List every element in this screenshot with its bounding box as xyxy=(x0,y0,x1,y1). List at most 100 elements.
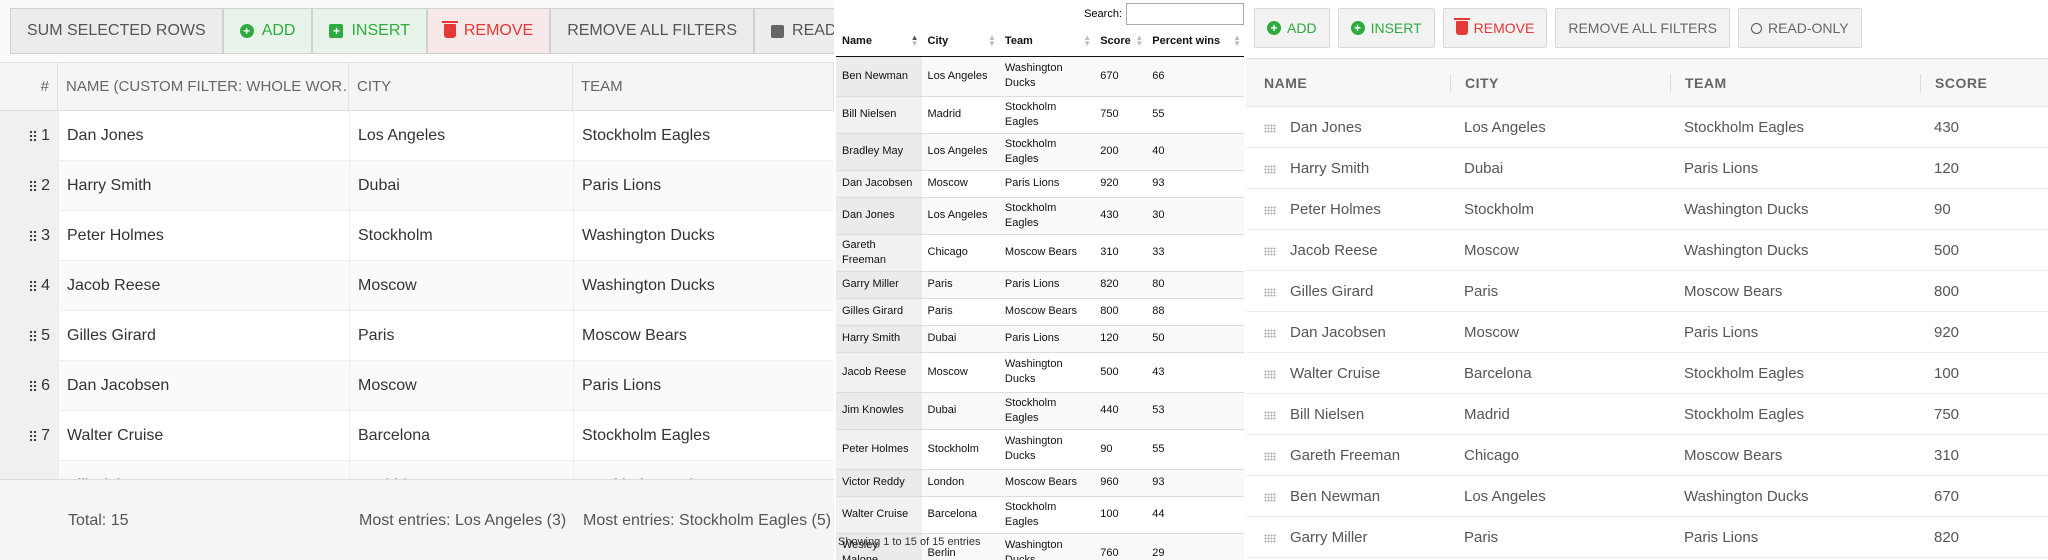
table-row[interactable]: Jim Knowles Dubai Stockholm Eagles 440 53 xyxy=(836,391,1244,429)
table-row[interactable]: Bill Nielsen Madrid Stockholm Eagles 750 xyxy=(1246,394,2048,435)
table-row[interactable]: Ben Newman Los Angeles Washington Ducks 670… xyxy=(836,55,1244,96)
drag-handle-icon[interactable] xyxy=(1264,410,1276,420)
drag-handle-icon[interactable] xyxy=(1264,246,1276,256)
read-onlybutton[interactable]: READ-ONLY xyxy=(754,8,834,54)
column-header-score[interactable]: Score ▲ ▼ xyxy=(1094,26,1147,57)
row-number: 5 xyxy=(41,327,50,344)
drag-handle-icon[interactable] xyxy=(1264,492,1276,502)
name-cell: Dan Jacobsen xyxy=(1264,312,1450,353)
column-header-name[interactable]: Name ▲ ▼ xyxy=(836,26,922,57)
table-row[interactable]: 7 Walter Cruise Barcelona Stockholm Eagles xyxy=(0,411,834,461)
drag-handle-icon[interactable] xyxy=(29,229,38,242)
table-row[interactable]: Jacob Reese Moscow Washington Ducks 500 xyxy=(1246,230,2048,271)
table-row[interactable]: Victor Reddy London Moscow Bears 960 93 xyxy=(836,468,1244,496)
team-cell: Moscow Bears xyxy=(998,233,1095,271)
name-cell: Jacob Reese xyxy=(58,261,349,311)
table-row[interactable]: Gareth Freeman Chicago Moscow Bears 310 xyxy=(1246,435,2048,476)
table-row[interactable]: Bradley May Los Angeles Stockholm Eagles 20… xyxy=(836,132,1244,170)
table-row[interactable]: 5 Gilles Girard Paris Moscow Bears xyxy=(0,311,834,361)
column-header-city[interactable]: City ▲ ▼ xyxy=(921,26,999,57)
drag-handle-icon[interactable] xyxy=(1264,533,1276,543)
table-row[interactable]: Walter Cruise Barcelona Stockholm Eagles 10… xyxy=(1246,353,2048,394)
table-row[interactable]: 2 Harry Smith Dubai Paris Lions xyxy=(0,161,834,211)
table-row[interactable]: Gilles Girard Paris Moscow Bears 800 xyxy=(1246,271,2048,312)
drag-handle-icon[interactable] xyxy=(29,329,38,342)
table-row[interactable]: Gareth Freeman Chicago Moscow Bears 310 33 xyxy=(836,233,1244,271)
drag-handle-icon[interactable] xyxy=(29,279,38,292)
drag-handle-icon[interactable] xyxy=(1264,328,1276,338)
score-cell: 750 xyxy=(1094,95,1147,133)
drag-handle-icon[interactable] xyxy=(1264,451,1276,461)
drag-handle-icon[interactable] xyxy=(29,179,38,192)
percent-wins-cell: 53 xyxy=(1146,391,1244,429)
drag-handle-icon[interactable] xyxy=(1264,164,1276,174)
drag-handle-icon[interactable] xyxy=(1264,123,1276,133)
addbutton[interactable]: + ADD xyxy=(222,8,313,54)
table-row[interactable]: Dan Jones Los Angeles Stockholm Eagles 430 3… xyxy=(836,196,1244,234)
table-row[interactable]: Gilles Girard Paris Moscow Bears 800 88 xyxy=(836,297,1244,325)
score-cell: 200 xyxy=(1094,132,1147,170)
column-header-name[interactable]: NAME (CUSTOM FILTER: WHOLE WOR… xyxy=(58,63,349,111)
column-header-city[interactable]: CITY xyxy=(349,63,573,111)
table-row[interactable]: Walter Cruise Barcelona Stockholm Eagles 10… xyxy=(836,495,1244,533)
team-cell: Stockholm Eagles xyxy=(573,411,834,461)
table-row[interactable]: Dan Jacobsen Moscow Paris Lions 920 93 xyxy=(836,169,1244,197)
row-number: 6 xyxy=(41,377,50,394)
column-header-score[interactable]: SCORE xyxy=(1920,74,2048,92)
trash-icon xyxy=(1453,18,1470,35)
table-row[interactable]: Harry Smith Dubai Paris Lions 120 xyxy=(1246,148,2048,189)
team-cell: Moscow Bears xyxy=(1670,435,1920,476)
remove-all-filtersbutton[interactable]: REMOVE ALL FILTERS xyxy=(1555,8,1730,48)
grid-body-a[interactable]: 1 Dan Jones Los Angeles Stockholm Eagles 2 Ha… xyxy=(0,111,834,479)
table-row[interactable]: Dan Jones Los Angeles Stockholm Eagles 430 xyxy=(1246,107,2048,148)
column-header-team[interactable]: Team ▲ ▼ xyxy=(998,26,1095,57)
drag-handle-icon[interactable] xyxy=(1264,205,1276,215)
table-row[interactable]: 8Bill NielsenMadridStockholm Eagles xyxy=(0,461,834,479)
column-header-team[interactable]: TEAM xyxy=(573,63,834,111)
name-cell: Jacob Reese xyxy=(1264,230,1450,271)
addbutton[interactable]: + ADD xyxy=(1254,8,1330,48)
column-header-city[interactable]: CITY xyxy=(1450,74,1670,92)
sum-selected-rowsbutton[interactable]: SUM SELECTED ROWS xyxy=(10,8,223,54)
column-header-team[interactable]: TEAM xyxy=(1670,74,1920,92)
insertbutton[interactable]: + INSERT xyxy=(1337,8,1435,48)
table-row[interactable]: 4 Jacob Reese Moscow Washington Ducks xyxy=(0,261,834,311)
table-row[interactable]: Bill Nielsen Madrid Stockholm Eagles 750 55 xyxy=(836,95,1244,133)
removebutton[interactable]: REMOVE xyxy=(426,8,551,54)
read-onlybutton[interactable]: READ-ONLY xyxy=(1737,8,1862,48)
table-row[interactable]: Peter Holmes Stockholm Washington Ducks 90 xyxy=(1246,189,2048,230)
team-cell: Paris Lions xyxy=(1670,517,1920,558)
table-row[interactable]: Jacob Reese Moscow Washington Ducks 500 43 xyxy=(836,351,1244,392)
insertbutton[interactable]: + INSERT xyxy=(312,8,427,54)
column-header-name[interactable]: NAME xyxy=(1264,59,1450,107)
table-row[interactable]: 6 Dan Jacobsen Moscow Paris Lions xyxy=(0,361,834,411)
drag-handle-icon[interactable] xyxy=(1264,287,1276,297)
team-cell: Washington Ducks xyxy=(998,55,1095,96)
removebutton[interactable]: REMOVE xyxy=(1442,8,1548,48)
table-row[interactable]: 3 Peter Holmes Stockholm Washington Ducks xyxy=(0,211,834,261)
name-cell: Jim Knowles xyxy=(836,391,922,429)
grid-body-c[interactable]: Dan Jones Los Angeles Stockholm Eagles 430 H… xyxy=(1246,107,2048,560)
table-row[interactable]: 1 Dan Jones Los Angeles Stockholm Eagles xyxy=(0,111,834,161)
column-header-percent-wins[interactable]: Percent wins ▲ ▼ xyxy=(1146,26,1244,57)
percent-wins-cell: 33 xyxy=(1146,233,1244,271)
table-row[interactable]: Dan Jacobsen Moscow Paris Lions 920 xyxy=(1246,312,2048,353)
column-header-row-number[interactable]: # xyxy=(0,63,58,111)
column-header-label: Score xyxy=(1100,34,1131,47)
percent-wins-cell: 50 xyxy=(1146,324,1244,352)
table-row[interactable]: Ben Newman Los Angeles Washington Ducks 670 xyxy=(1246,476,2048,517)
drag-handle-icon[interactable] xyxy=(29,129,38,142)
remove-all-filtersbutton[interactable]: REMOVE ALL FILTERS xyxy=(550,8,755,54)
button-label: ADD xyxy=(261,22,296,39)
drag-handle-icon[interactable] xyxy=(29,379,38,392)
search-input[interactable] xyxy=(1126,3,1244,25)
drag-handle-icon[interactable] xyxy=(1264,369,1276,379)
cell-value: Moscow Bears xyxy=(1684,283,1783,300)
drag-handle-icon[interactable] xyxy=(29,429,38,442)
table-row[interactable]: Peter Holmes Stockholm Washington Ducks 90 5… xyxy=(836,428,1244,469)
table-row[interactable]: Harry Smith Dubai Paris Lions 120 50 xyxy=(836,324,1244,352)
table-row[interactable]: Garry Miller Paris Paris Lions 820 80 xyxy=(836,270,1244,298)
city-cell: Los Angeles xyxy=(921,196,999,234)
sort-arrows-icon: ▲ ▼ xyxy=(1135,33,1144,48)
table-row[interactable]: Garry Miller Paris Paris Lions 820 xyxy=(1246,517,2048,558)
